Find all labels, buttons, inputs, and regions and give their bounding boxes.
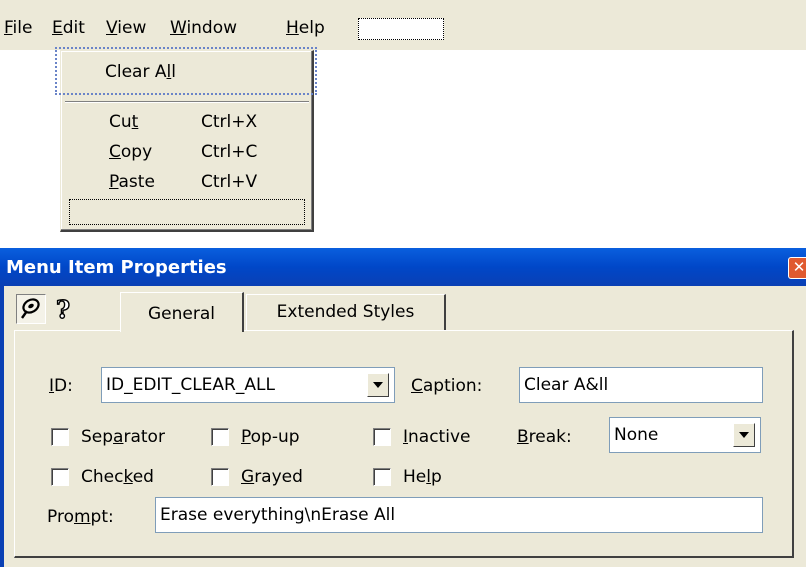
- tab-general[interactable]: General: [120, 292, 244, 332]
- menu-item-paste[interactable]: Paste Ctrl+V: [61, 167, 311, 195]
- grayed-checkbox[interactable]: [211, 468, 229, 486]
- caption-label: Caption:: [411, 376, 483, 396]
- new-menu-placeholder[interactable]: [358, 18, 444, 40]
- separator-checkbox[interactable]: [51, 428, 69, 446]
- menu-help[interactable]: Help: [286, 17, 325, 39]
- menu-item-cut[interactable]: Cut Ctrl+X: [61, 107, 311, 135]
- menu-window[interactable]: Window: [170, 17, 237, 39]
- menu-item-clear-all[interactable]: Clear All: [55, 47, 317, 95]
- prompt-value: Erase everything\nErase All: [160, 505, 396, 525]
- help-label: Help: [403, 467, 442, 487]
- menu-item-properties-dialog: Menu Item Properties ✕ ? General Extende…: [0, 248, 806, 567]
- popup-checkbox[interactable]: [211, 428, 229, 446]
- break-value: None: [614, 425, 659, 445]
- shortcut-label: Ctrl+C: [201, 142, 258, 162]
- popup-label: Pop-up: [241, 427, 300, 447]
- break-dropdown-arrow-icon[interactable]: [733, 423, 755, 447]
- dialog-frame-edge: [0, 286, 4, 567]
- checked-checkbox[interactable]: [51, 468, 69, 486]
- shortcut-label: Ctrl+X: [201, 112, 258, 132]
- caption-input[interactable]: Clear A&ll: [519, 367, 763, 403]
- dialog-title-bar[interactable]: Menu Item Properties ✕: [0, 248, 806, 286]
- break-combobox[interactable]: None: [609, 417, 761, 453]
- grayed-label: Grayed: [241, 467, 303, 487]
- dialog-toolbar: ?: [14, 292, 114, 330]
- menu-edit[interactable]: Edit: [52, 17, 85, 39]
- id-combobox[interactable]: ID_EDIT_CLEAR_ALL: [101, 367, 395, 403]
- shortcut-label: Ctrl+V: [201, 172, 258, 192]
- help-icon[interactable]: ?: [52, 294, 78, 324]
- caption-value: Clear A&ll: [524, 375, 609, 395]
- close-button[interactable]: ✕: [788, 257, 806, 279]
- prompt-input[interactable]: Erase everything\nErase All: [155, 497, 763, 533]
- checked-label: Checked: [81, 467, 154, 487]
- id-value: ID_EDIT_CLEAR_ALL: [106, 375, 275, 395]
- inactive-checkbox[interactable]: [373, 428, 391, 446]
- menu-file[interactable]: File: [4, 17, 32, 39]
- help-glyph: ?: [56, 295, 70, 324]
- menu-bar: File Edit View Window Help: [0, 0, 806, 50]
- menu-separator: [65, 101, 309, 103]
- tab-extended-styles[interactable]: Extended Styles: [246, 294, 446, 330]
- inactive-label: Inactive: [403, 427, 471, 447]
- menu-view[interactable]: View: [106, 17, 146, 39]
- new-menu-item-placeholder[interactable]: [69, 199, 305, 225]
- prompt-label: Prompt:: [47, 507, 114, 527]
- separator-label: Separator: [81, 427, 165, 447]
- help-checkbox[interactable]: [373, 468, 391, 486]
- id-label: ID:: [49, 376, 73, 396]
- menu-item-copy[interactable]: Copy Ctrl+C: [61, 137, 311, 165]
- pushpin-icon[interactable]: [16, 294, 46, 324]
- break-label: Break:: [517, 427, 572, 447]
- edit-dropdown-menu: Clear All Cut Ctrl+X Copy Ctrl+C Paste C…: [55, 47, 317, 232]
- menu-item-clear-all-label: Clear All: [105, 62, 176, 82]
- dialog-title: Menu Item Properties: [6, 257, 227, 278]
- general-tab-panel: ID: ID_EDIT_CLEAR_ALL Caption: Clear A&l…: [14, 330, 794, 558]
- id-dropdown-arrow-icon[interactable]: [367, 373, 389, 397]
